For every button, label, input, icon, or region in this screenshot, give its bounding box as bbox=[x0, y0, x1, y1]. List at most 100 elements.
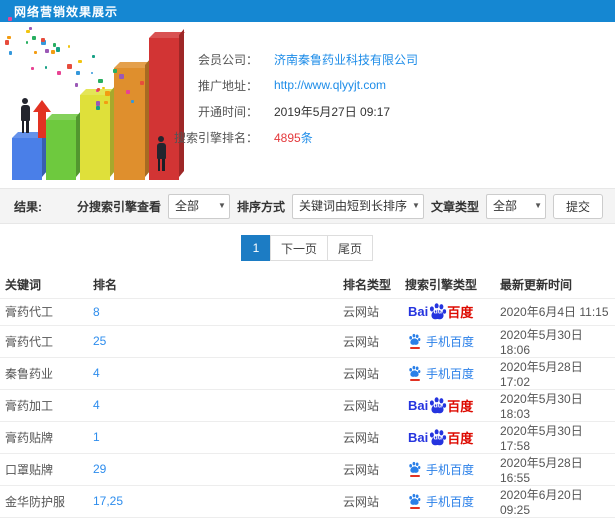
confetti-dot bbox=[55, 46, 61, 52]
page-button-尾页[interactable]: 尾页 bbox=[327, 235, 374, 261]
info-row-3: 开通时间： 2019年5月27日 09:17 bbox=[140, 98, 418, 124]
confetti-dot bbox=[96, 87, 100, 91]
info-list: 会员公司： 济南秦鲁药业科技有限公司推广地址： http://www.qlyyjt.… bbox=[140, 46, 418, 150]
engine-cell: 手机百度 bbox=[400, 484, 495, 517]
person-figure-left bbox=[18, 98, 32, 133]
baidu-paw-icon: du bbox=[428, 396, 447, 415]
confetti-dot bbox=[25, 29, 30, 34]
mobile-baidu-label: 手机百度 bbox=[426, 366, 475, 381]
rank-type-cell: 云网站 bbox=[338, 297, 400, 325]
rank-link[interactable]: 1 bbox=[93, 430, 100, 444]
result-filter-bar: 结果: 分搜索引擎查看 全部 ▼ 排序方式 关键词由短到长排序 ▼ 文章类型 全部 ▼ 提交 bbox=[0, 188, 615, 224]
mobile-baidu-paw-icon bbox=[408, 365, 421, 381]
rank-type-cell: 云网站 bbox=[338, 324, 400, 357]
mobile-baidu-label: 手机百度 bbox=[426, 334, 475, 349]
mobile-baidu-paw-icon bbox=[408, 333, 421, 349]
info-value-link[interactable]: http://www.qlyyjt.com bbox=[274, 78, 386, 92]
rank-link[interactable]: 29 bbox=[93, 462, 106, 476]
confetti-dot bbox=[25, 41, 29, 44]
page-button-current[interactable]: 1 bbox=[240, 235, 271, 261]
confetti-dot bbox=[96, 106, 101, 110]
updated-time-cell: 2020年5月28日 17:02 bbox=[495, 356, 615, 389]
engine-cell: Bai du 百度 bbox=[400, 297, 495, 325]
table-row: 膏药代工 8 云网站 Bai du 百度 2020年6月4日 11:15 bbox=[0, 297, 615, 325]
sort-label: 排序方式 bbox=[236, 199, 285, 214]
baidu-logo-cn: 百度 bbox=[447, 430, 474, 446]
column-header-1: 关键词 bbox=[5, 278, 42, 293]
rank-cell: 29 bbox=[88, 452, 338, 485]
confetti-dot bbox=[112, 68, 118, 74]
rank-count-unit[interactable]: 条 bbox=[301, 131, 313, 145]
keyword-cell: 秦鲁药业 bbox=[0, 356, 88, 389]
confetti-dot bbox=[102, 86, 105, 90]
rank-link[interactable]: 4 bbox=[93, 398, 100, 412]
table-row: 秦鲁药业 4 云网站 手机百度 2020年5月28日 17:02 bbox=[0, 356, 615, 389]
confetti-dot bbox=[33, 50, 37, 54]
info-value-text: 2019年5月27日 09:17 bbox=[274, 104, 391, 119]
confetti-dot bbox=[91, 55, 95, 59]
article-type-label: 文章类型 bbox=[430, 199, 479, 214]
rank-link[interactable]: 4 bbox=[93, 366, 100, 380]
search-engine-label: 分搜索引擎查看 bbox=[76, 199, 161, 214]
table-row: 膏药代工 25 云网站 手机百度 2020年5月30日 18:06 bbox=[0, 324, 615, 357]
baidu-logo-du: du bbox=[433, 402, 443, 410]
keyword-cell: 金华防护服 bbox=[0, 484, 88, 517]
rank-cell: 8 bbox=[88, 297, 338, 325]
rank-cell: 1 bbox=[88, 420, 338, 453]
mobile-baidu-logo: 手机百度 bbox=[408, 365, 474, 382]
info-row-1: 会员公司： 济南秦鲁药业科技有限公司 bbox=[140, 46, 418, 72]
rank-link[interactable]: 8 bbox=[93, 305, 100, 319]
mobile-baidu-paw-icon bbox=[408, 493, 421, 509]
sort-select[interactable]: 关键词由短到长排序 bbox=[291, 193, 424, 219]
rank-type-cell: 云网站 bbox=[338, 420, 400, 453]
engine-cell: 手机百度 bbox=[400, 452, 495, 485]
filter-groups: 分搜索引擎查看 全部 ▼ 排序方式 关键词由短到长排序 ▼ 文章类型 全部 ▼ 提交 bbox=[76, 193, 603, 219]
confetti-dot bbox=[104, 90, 110, 96]
engine-cell: Bai du 百度 bbox=[400, 388, 495, 421]
column-header-2: 排名 bbox=[93, 278, 118, 293]
baidu-logo-bai: Bai bbox=[408, 397, 429, 413]
keyword-cell: 膏药代工 bbox=[0, 324, 88, 357]
updated-time-cell: 2020年6月4日 11:15 bbox=[495, 297, 615, 325]
baidu-logo: Bai du 百度 bbox=[408, 428, 473, 447]
confetti-dot bbox=[90, 71, 94, 75]
confetti-dot bbox=[76, 71, 80, 75]
confetti-dot bbox=[78, 59, 82, 64]
baidu-paw-icon: du bbox=[428, 302, 447, 321]
baidu-logo-du: du bbox=[433, 434, 443, 442]
page-button-下一页[interactable]: 下一页 bbox=[269, 235, 328, 261]
chart-bar-3 bbox=[80, 86, 116, 180]
search-engine-select[interactable]: 全部 bbox=[167, 193, 230, 219]
mobile-baidu-logo: 手机百度 bbox=[408, 493, 474, 510]
column-header-4: 搜索引擎类型 bbox=[405, 278, 478, 293]
info-label: 开通时间： bbox=[197, 104, 258, 119]
article-type-select[interactable]: 全部 bbox=[485, 193, 546, 219]
submit-button[interactable]: 提交 bbox=[552, 193, 603, 219]
baidu-logo: Bai du 百度 bbox=[408, 396, 473, 415]
info-row-4: 搜索引擎排名： 4895条 bbox=[140, 124, 418, 150]
info-row-2: 推广地址： http://www.qlyyjt.com bbox=[140, 72, 418, 98]
confetti-dot bbox=[130, 99, 134, 103]
result-section-label: 结果: bbox=[14, 199, 42, 214]
info-value-link[interactable]: 济南秦鲁药业科技有限公司 bbox=[274, 51, 418, 68]
mobile-baidu-label: 手机百度 bbox=[426, 462, 475, 477]
baidu-logo-cn: 百度 bbox=[447, 398, 474, 414]
rank-cell: 17,25 bbox=[88, 484, 338, 517]
info-label: 会员公司： bbox=[197, 52, 258, 67]
rank-type-cell: 云网站 bbox=[338, 356, 400, 389]
info-label: 推广地址： bbox=[197, 78, 258, 93]
rank-link[interactable]: 17,25 bbox=[93, 494, 123, 508]
confetti-dot bbox=[7, 35, 11, 40]
baidu-logo-cn: 百度 bbox=[447, 305, 474, 320]
confetti-dot bbox=[67, 45, 71, 49]
confetti-dot bbox=[8, 51, 13, 55]
pagination: 1 下一页 尾页 bbox=[0, 224, 615, 272]
confetti-dot bbox=[32, 35, 37, 40]
confetti-dot bbox=[119, 74, 124, 79]
confetti-dot bbox=[8, 17, 12, 21]
window-title-bar: 网络营销效果展示 bbox=[0, 0, 615, 22]
rank-link[interactable]: 25 bbox=[93, 334, 106, 348]
confetti-dot bbox=[98, 78, 103, 84]
rank-cell: 4 bbox=[88, 356, 338, 389]
engine-cell: 手机百度 bbox=[400, 324, 495, 357]
